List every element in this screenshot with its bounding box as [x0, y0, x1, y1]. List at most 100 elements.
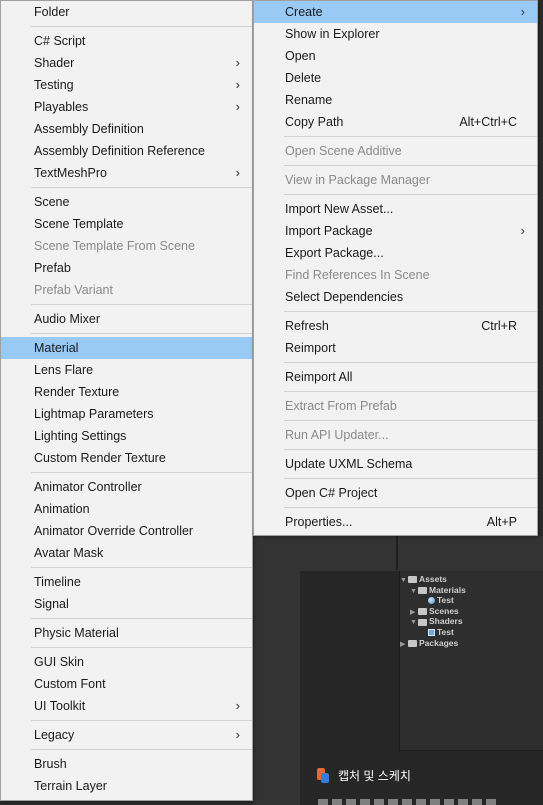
menu-item-label: Copy Path	[285, 115, 344, 129]
folder-icon	[418, 586, 427, 594]
menu-item-label: Custom Font	[34, 677, 106, 691]
context-item-copy-path[interactable]: Copy Path Alt+Ctrl+C	[254, 111, 537, 133]
menu-item-label: Testing	[34, 78, 74, 92]
tree-item[interactable]: ▶ Scenes	[400, 606, 466, 617]
menu-separator	[284, 362, 537, 363]
collapse-arrow-icon[interactable]: ▶	[400, 640, 408, 651]
menu-separator	[31, 304, 252, 305]
snip-and-sketch-taskbar[interactable]: 캡처 및 스케치	[316, 767, 411, 784]
create-item-brush[interactable]: Brush	[1, 753, 252, 775]
tree-item[interactable]: ▼ Shaders	[400, 616, 466, 627]
create-item-playables[interactable]: Playables ›	[1, 96, 252, 118]
menu-item-label: Extract From Prefab	[285, 399, 397, 413]
create-submenu: Folder C# Script Shader › Testing › Playables ›…	[0, 0, 253, 801]
context-item-reimport[interactable]: Reimport	[254, 337, 537, 359]
menu-item-label: Show in Explorer	[285, 27, 380, 41]
create-item-animator-override-controller[interactable]: Animator Override Controller	[1, 520, 252, 542]
create-item-folder[interactable]: Folder	[1, 1, 252, 23]
create-item-textmeshpro[interactable]: TextMeshPro ›	[1, 162, 252, 184]
create-item-custom-render-texture[interactable]: Custom Render Texture	[1, 447, 252, 469]
tree-item[interactable]: ▼ Materials	[400, 585, 466, 596]
context-item-properties[interactable]: Properties... Alt+P	[254, 511, 537, 533]
create-item-lens-flare[interactable]: Lens Flare	[1, 359, 252, 381]
menu-separator	[31, 333, 252, 334]
create-item-signal[interactable]: Signal	[1, 593, 252, 615]
menu-separator	[284, 194, 537, 195]
context-item-open-c-project[interactable]: Open C# Project	[254, 482, 537, 504]
create-item-gui-skin[interactable]: GUI Skin	[1, 651, 252, 673]
context-item-rename[interactable]: Rename	[254, 89, 537, 111]
tree-item-label: Materials	[429, 584, 466, 595]
menu-item-label: Properties...	[285, 515, 353, 529]
context-item-view-in-package-manager: View in Package Manager	[254, 169, 537, 191]
create-item-ui-toolkit[interactable]: UI Toolkit ›	[1, 695, 252, 717]
menu-item-label: Shader	[34, 56, 75, 70]
context-item-find-references-in-scene: Find References In Scene	[254, 264, 537, 286]
create-item-testing[interactable]: Testing ›	[1, 74, 252, 96]
menu-item-shortcut: Alt+Ctrl+C	[459, 115, 517, 129]
shader-icon	[428, 629, 435, 637]
context-item-show-in-explorer[interactable]: Show in Explorer	[254, 23, 537, 45]
create-item-assembly-definition[interactable]: Assembly Definition	[1, 118, 252, 140]
tree-item[interactable]: Test	[400, 627, 466, 638]
create-item-animation[interactable]: Animation	[1, 498, 252, 520]
context-item-delete[interactable]: Delete	[254, 67, 537, 89]
context-item-reimport-all[interactable]: Reimport All	[254, 366, 537, 388]
create-item-material[interactable]: Material	[1, 337, 252, 359]
create-item-scene[interactable]: Scene	[1, 191, 252, 213]
cropped-text	[318, 799, 498, 805]
menu-item-label: Create	[285, 5, 323, 19]
context-item-update-uxml-schema[interactable]: Update UXML Schema	[254, 453, 537, 475]
create-item-audio-mixer[interactable]: Audio Mixer	[1, 308, 252, 330]
tree-item[interactable]: ▼ Assets	[400, 574, 466, 585]
menu-separator	[284, 507, 537, 508]
create-item-prefab[interactable]: Prefab	[1, 257, 252, 279]
tree-item-label: Packages	[419, 637, 459, 648]
create-item-terrain-layer[interactable]: Terrain Layer	[1, 775, 252, 797]
menu-item-shortcut: Alt+P	[486, 515, 517, 529]
create-item-lightmap-parameters[interactable]: Lightmap Parameters	[1, 403, 252, 425]
create-item-timeline[interactable]: Timeline	[1, 571, 252, 593]
create-item-custom-font[interactable]: Custom Font	[1, 673, 252, 695]
chevron-right-icon: ›	[235, 698, 240, 713]
tree-item[interactable]: ▶ Packages	[400, 638, 466, 649]
menu-separator	[284, 311, 537, 312]
create-item-avatar-mask[interactable]: Avatar Mask	[1, 542, 252, 564]
context-item-run-api-updater: Run API Updater...	[254, 424, 537, 446]
create-item-legacy[interactable]: Legacy ›	[1, 724, 252, 746]
create-item-shader[interactable]: Shader ›	[1, 52, 252, 74]
context-item-import-package[interactable]: Import Package ›	[254, 220, 537, 242]
create-item-prefab-variant: Prefab Variant	[1, 279, 252, 301]
folder-icon	[418, 618, 427, 626]
create-item-physic-material[interactable]: Physic Material	[1, 622, 252, 644]
create-item-scene-template[interactable]: Scene Template	[1, 213, 252, 235]
context-item-create[interactable]: Create ›	[254, 1, 537, 23]
context-item-import-new-asset[interactable]: Import New Asset...	[254, 198, 537, 220]
tree-item[interactable]: Test	[400, 595, 466, 606]
chevron-right-icon: ›	[520, 4, 525, 19]
menu-item-label: Find References In Scene	[285, 268, 430, 282]
tree-item-label: Test	[437, 626, 454, 637]
create-item-c-script[interactable]: C# Script	[1, 30, 252, 52]
create-item-animator-controller[interactable]: Animator Controller	[1, 476, 252, 498]
tree-item-label: Shaders	[429, 616, 463, 627]
menu-item-label: Import New Asset...	[285, 202, 394, 216]
create-item-render-texture[interactable]: Render Texture	[1, 381, 252, 403]
chevron-right-icon: ›	[235, 165, 240, 180]
create-item-lighting-settings[interactable]: Lighting Settings	[1, 425, 252, 447]
context-item-refresh[interactable]: Refresh Ctrl+R	[254, 315, 537, 337]
context-item-open-scene-additive: Open Scene Additive	[254, 140, 537, 162]
menu-item-label: Assembly Definition	[34, 122, 144, 136]
context-item-open[interactable]: Open	[254, 45, 537, 67]
menu-item-label: Audio Mixer	[34, 312, 100, 326]
context-item-select-dependencies[interactable]: Select Dependencies	[254, 286, 537, 308]
menu-item-label: Animator Controller	[34, 480, 142, 494]
menu-separator	[284, 478, 537, 479]
menu-item-label: View in Package Manager	[285, 173, 430, 187]
menu-item-label: Lightmap Parameters	[34, 407, 154, 421]
context-item-export-package[interactable]: Export Package...	[254, 242, 537, 264]
menu-item-label: Import Package	[285, 224, 373, 238]
create-item-scene-template-from-scene: Scene Template From Scene	[1, 235, 252, 257]
menu-item-label: Refresh	[285, 319, 329, 333]
create-item-assembly-definition-reference[interactable]: Assembly Definition Reference	[1, 140, 252, 162]
